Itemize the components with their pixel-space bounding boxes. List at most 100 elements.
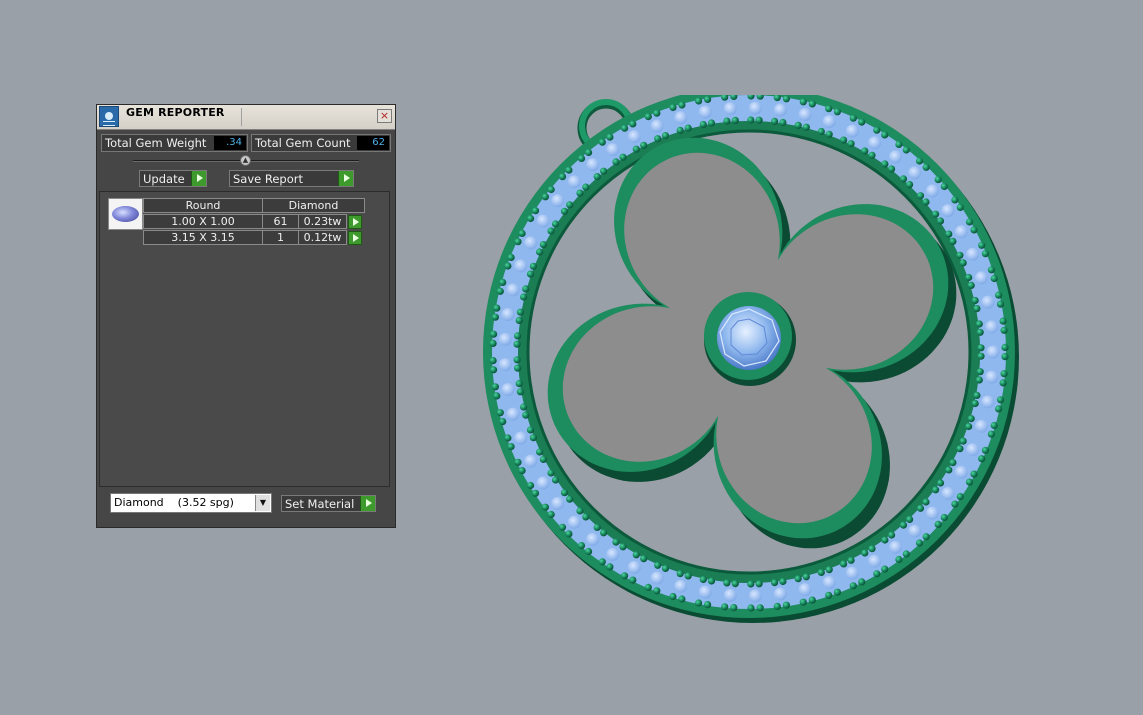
prong-bead — [825, 130, 833, 138]
material-select[interactable]: Diamond (3.52 spg) ▼ — [110, 493, 272, 513]
prong-bead — [771, 117, 779, 125]
panel-titlebar[interactable]: GEM REPORTER × — [97, 105, 395, 130]
pave-diamond — [551, 194, 565, 208]
pave-diamond — [985, 370, 999, 384]
prong-bead — [967, 415, 975, 423]
pave-diamond — [723, 102, 737, 116]
pave-diamond — [822, 115, 836, 128]
pave-diamond — [908, 524, 922, 538]
prong-bead — [695, 97, 703, 105]
prong-bead — [951, 196, 959, 204]
pave-diamond — [925, 184, 939, 198]
prong-bead — [755, 580, 763, 588]
save-report-button[interactable]: Save Report — [229, 170, 354, 187]
prong-bead — [945, 466, 953, 474]
prong-bead — [916, 192, 925, 200]
prong-bead — [849, 114, 857, 122]
prong-bead — [507, 253, 515, 261]
prong-bead — [654, 561, 662, 569]
prong-bead — [847, 556, 855, 564]
prong-bead — [491, 313, 499, 321]
prong-bead — [531, 207, 540, 215]
prong-bead — [598, 558, 606, 566]
prong-bead — [981, 446, 989, 454]
prong-bead — [684, 124, 692, 132]
pave-diamond — [966, 247, 980, 261]
prong-bead — [536, 448, 544, 456]
pave-diamond — [514, 431, 528, 445]
chevron-down-icon[interactable]: ▼ — [255, 495, 270, 511]
material-select-value: Diamond (3.52 spg) — [114, 496, 234, 509]
pave-diamond — [498, 332, 512, 346]
update-button[interactable]: Update — [139, 170, 207, 187]
prong-bead — [915, 157, 924, 165]
pave-diamond — [845, 124, 859, 138]
splitter-collapse-icon[interactable]: ▲ — [240, 155, 251, 166]
pave-diamond — [868, 136, 882, 150]
prong-bead — [695, 599, 703, 607]
pendant-3d-model[interactable] — [470, 95, 1040, 625]
prong-bead — [799, 98, 807, 106]
prong-bead — [547, 185, 555, 194]
prong-bead — [899, 175, 908, 183]
prong-bead — [499, 278, 507, 286]
prong-bead — [975, 320, 983, 328]
prong-bead — [840, 136, 848, 144]
prong-bead — [936, 479, 945, 487]
prong-bead — [959, 437, 967, 445]
pave-diamond — [501, 383, 515, 396]
prong-bead — [577, 542, 586, 550]
prong-bead — [514, 238, 522, 246]
pave-diamond — [698, 105, 712, 119]
prong-bead — [527, 481, 535, 490]
pave-diamond — [748, 589, 762, 603]
prong-bead — [516, 388, 524, 396]
prong-bead — [840, 560, 848, 568]
prong-bead — [873, 126, 881, 134]
prong-bead — [676, 126, 684, 134]
prong-bead — [593, 523, 601, 531]
gem-reporter-icon — [99, 106, 119, 127]
prong-bead — [940, 513, 948, 522]
pave-diamond — [524, 454, 538, 468]
prong-bead — [902, 550, 910, 558]
pave-diamond — [650, 571, 664, 585]
total-gem-count: Total Gem Count 62 — [251, 134, 391, 152]
prong-bead — [551, 476, 560, 484]
prong-bead — [773, 602, 781, 610]
prong-bead — [906, 181, 914, 189]
prong-bead — [661, 132, 670, 140]
prong-bead — [932, 210, 940, 218]
prong-bead — [704, 601, 712, 609]
pave-diamond — [981, 295, 995, 309]
prong-bead — [965, 218, 974, 226]
pave-diamond — [748, 101, 762, 115]
prong-bead — [539, 241, 547, 249]
prong-bead — [922, 533, 930, 541]
prong-bead — [995, 291, 1003, 299]
prong-bead — [526, 426, 535, 434]
prong-bead — [661, 564, 670, 572]
prong-bead — [536, 248, 544, 256]
close-icon[interactable]: × — [377, 109, 392, 123]
prong-bead — [518, 467, 526, 475]
play-icon — [191, 171, 206, 186]
set-material-button[interactable]: Set Material — [281, 495, 376, 512]
gem-count: 1 — [262, 230, 299, 245]
prong-bead — [902, 146, 910, 154]
prong-bead — [619, 543, 627, 551]
gem-list[interactable]: Round Diamond 1.00 X 1.00 61 0.23tw 3.15… — [99, 191, 390, 487]
round-diamond-thumbnail-icon[interactable] — [108, 198, 143, 230]
pave-diamond — [567, 175, 581, 189]
prong-bead — [489, 339, 497, 347]
prong-bead — [514, 332, 522, 340]
prong-bead — [653, 109, 661, 117]
prong-bead — [529, 262, 537, 270]
total-gem-weight-value: .34 — [214, 136, 246, 150]
select-gems-play-icon[interactable] — [348, 231, 362, 245]
prong-bead — [888, 165, 896, 173]
gem-size: 1.00 X 1.00 — [143, 214, 263, 229]
select-gems-play-icon[interactable] — [348, 215, 362, 229]
prong-bead — [606, 563, 614, 571]
prong-bead — [527, 214, 535, 223]
